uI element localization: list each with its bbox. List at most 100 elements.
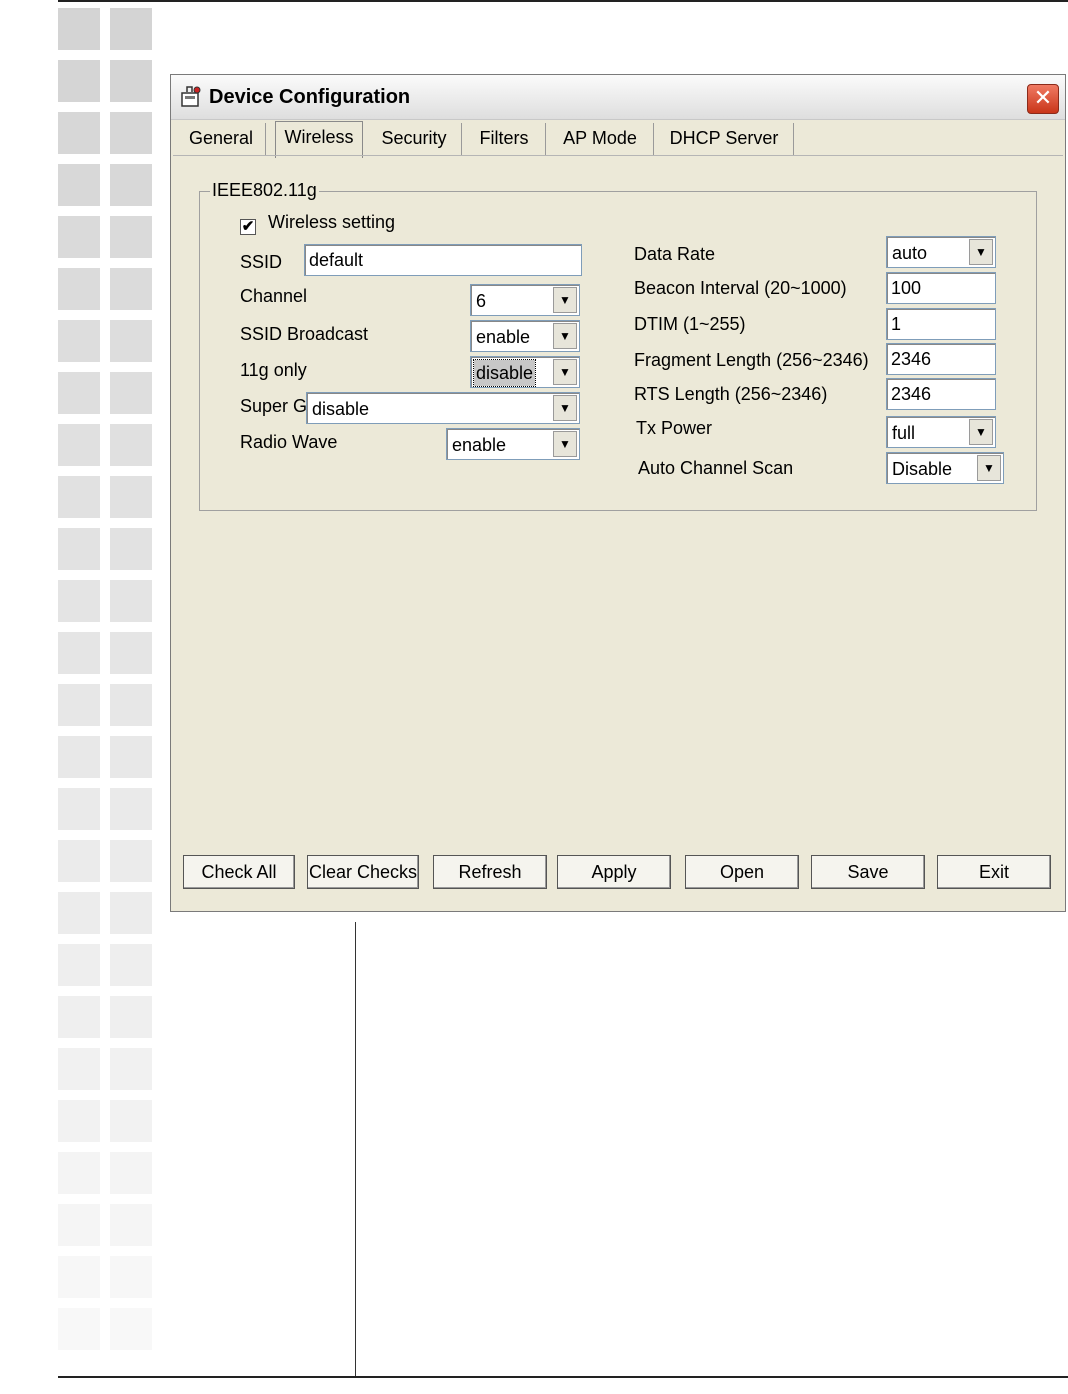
chevron-down-icon[interactable]: ▼ bbox=[553, 323, 577, 349]
tab-dhcp-server[interactable]: DHCP Server bbox=[655, 123, 794, 155]
data-rate-select[interactable]: auto ▼ bbox=[886, 236, 996, 268]
decorative-square bbox=[110, 528, 152, 570]
decorative-square bbox=[58, 112, 100, 154]
tab-filters[interactable]: Filters bbox=[463, 123, 546, 155]
chevron-down-icon[interactable]: ▼ bbox=[553, 359, 577, 385]
decorative-square bbox=[110, 632, 152, 674]
auto-channel-scan-select[interactable]: Disable ▼ bbox=[886, 452, 1004, 484]
auto-channel-scan-value: Disable bbox=[892, 459, 953, 479]
exit-button[interactable]: Exit bbox=[937, 855, 1051, 889]
decorative-square bbox=[110, 424, 152, 466]
decorative-square bbox=[58, 424, 100, 466]
dtim-label: DTIM (1~255) bbox=[634, 314, 746, 334]
decorative-square bbox=[110, 788, 152, 830]
super-g-value: disable bbox=[312, 399, 370, 419]
tab-general[interactable]: General bbox=[177, 123, 266, 155]
ieee80211g-group: IEEE802.11g ✔ Wireless setting SSID defa… bbox=[199, 180, 1037, 511]
refresh-button[interactable]: Refresh bbox=[433, 855, 547, 889]
decorative-square bbox=[110, 944, 152, 986]
radio-wave-label: Radio Wave bbox=[240, 432, 338, 452]
chevron-down-icon[interactable]: ▼ bbox=[977, 455, 1001, 481]
decorative-square bbox=[58, 892, 100, 934]
bottom-rule bbox=[58, 1376, 1068, 1378]
decorative-square bbox=[58, 944, 100, 986]
decorative-square bbox=[58, 1048, 100, 1090]
decorative-square bbox=[110, 736, 152, 778]
clear-checks-button[interactable]: Clear Checks bbox=[307, 855, 419, 889]
decorative-square bbox=[58, 8, 100, 50]
chevron-down-icon[interactable]: ▼ bbox=[553, 287, 577, 313]
ssid-input[interactable]: default bbox=[304, 244, 582, 276]
decorative-square bbox=[58, 216, 100, 258]
dtim-input[interactable]: 1 bbox=[886, 308, 996, 340]
check-all-button[interactable]: Check All bbox=[183, 855, 295, 889]
decorative-square bbox=[110, 372, 152, 414]
decorative-square bbox=[110, 580, 152, 622]
chevron-down-icon[interactable]: ▼ bbox=[969, 239, 993, 265]
group-legend: IEEE802.11g bbox=[210, 180, 319, 201]
decorative-square bbox=[58, 1152, 100, 1194]
decorative-square bbox=[110, 60, 152, 102]
apply-button[interactable]: Apply bbox=[557, 855, 671, 889]
channel-label: Channel bbox=[240, 286, 308, 306]
super-g-select[interactable]: disable ▼ bbox=[306, 392, 580, 424]
decorative-square bbox=[58, 736, 100, 778]
ssid-broadcast-select[interactable]: enable ▼ bbox=[470, 320, 580, 352]
close-button[interactable]: ✕ bbox=[1027, 84, 1059, 114]
tab-security[interactable]: Security bbox=[367, 123, 462, 155]
beacon-interval-label: Beacon Interval (20~1000) bbox=[634, 278, 847, 298]
11g-only-value: disable bbox=[472, 359, 537, 387]
decorative-square bbox=[110, 996, 152, 1038]
decorative-square bbox=[110, 1152, 152, 1194]
decorative-square bbox=[110, 8, 152, 50]
open-button[interactable]: Open bbox=[685, 855, 799, 889]
decorative-square bbox=[58, 632, 100, 674]
decorative-square bbox=[58, 164, 100, 206]
rts-length-input[interactable]: 2346 bbox=[886, 378, 996, 410]
decorative-square bbox=[110, 164, 152, 206]
decorative-square bbox=[58, 840, 100, 882]
chevron-down-icon[interactable]: ▼ bbox=[553, 431, 577, 457]
decorative-square bbox=[110, 268, 152, 310]
decorative-square bbox=[58, 1100, 100, 1142]
wireless-setting-label: Wireless setting bbox=[268, 212, 396, 232]
channel-value: 6 bbox=[476, 291, 487, 311]
decorative-square bbox=[58, 1256, 100, 1298]
decorative-square bbox=[58, 476, 100, 518]
decorative-square bbox=[58, 788, 100, 830]
tx-power-select[interactable]: full ▼ bbox=[886, 416, 996, 448]
wireless-setting-checkbox[interactable]: ✔ bbox=[240, 219, 256, 235]
tab-ap-mode[interactable]: AP Mode bbox=[547, 123, 654, 155]
channel-select[interactable]: 6 ▼ bbox=[470, 284, 580, 316]
wireless-tab-content: IEEE802.11g ✔ Wireless setting SSID defa… bbox=[173, 155, 1063, 906]
chevron-down-icon[interactable]: ▼ bbox=[969, 419, 993, 445]
11g-only-label: 11g only bbox=[240, 360, 307, 380]
11g-only-select[interactable]: disable ▼ bbox=[470, 356, 580, 388]
radio-wave-select[interactable]: enable ▼ bbox=[446, 428, 580, 460]
decorative-square bbox=[110, 476, 152, 518]
chevron-down-icon[interactable]: ▼ bbox=[553, 395, 577, 421]
decorative-square bbox=[110, 1048, 152, 1090]
decorative-square bbox=[110, 1256, 152, 1298]
decorative-square bbox=[58, 580, 100, 622]
decorative-square bbox=[58, 528, 100, 570]
beacon-interval-input[interactable]: 100 bbox=[886, 272, 996, 304]
tab-wireless[interactable]: Wireless bbox=[275, 121, 363, 158]
decorative-square bbox=[58, 372, 100, 414]
save-button[interactable]: Save bbox=[811, 855, 925, 889]
decorative-square bbox=[110, 892, 152, 934]
fragment-length-input[interactable]: 2346 bbox=[886, 343, 996, 375]
fragment-length-label: Fragment Length (256~2346) bbox=[634, 350, 869, 370]
decorative-square bbox=[110, 112, 152, 154]
decorative-square bbox=[58, 1204, 100, 1246]
checkmark-icon: ✔ bbox=[241, 218, 255, 235]
data-rate-label: Data Rate bbox=[634, 244, 716, 264]
super-g-label: Super G bbox=[240, 396, 308, 416]
decorative-square bbox=[110, 1100, 152, 1142]
decorative-square bbox=[110, 216, 152, 258]
decorative-square bbox=[110, 320, 152, 362]
ssid-broadcast-value: enable bbox=[476, 327, 531, 347]
title-bar[interactable]: Device Configuration ✕ bbox=[171, 75, 1065, 120]
tx-power-value: full bbox=[892, 423, 916, 443]
decorative-square bbox=[58, 60, 100, 102]
